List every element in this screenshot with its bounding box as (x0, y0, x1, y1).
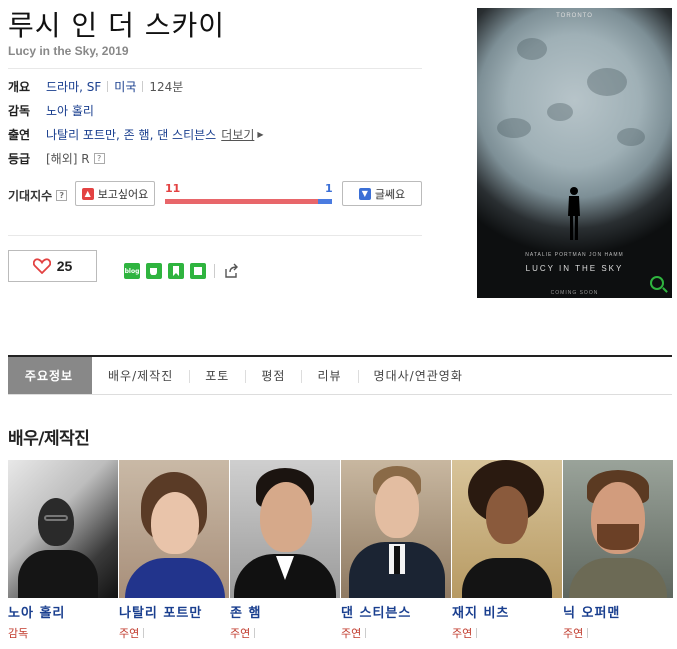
like-button[interactable]: 25 (8, 250, 97, 282)
director-label: 감독 (8, 104, 31, 118)
person-photo[interactable] (8, 460, 118, 598)
want-count: 11 (165, 182, 181, 195)
bookmark-icon[interactable] (168, 263, 184, 279)
cast-links[interactable]: 나탈리 포트만, 존 햄, 댄 스티븐스 (46, 126, 216, 143)
person-role: 주연 (452, 625, 562, 641)
share-toolbar: blog (124, 263, 239, 279)
cast-label: 출연 (8, 128, 31, 142)
section-title: 배우/제작진 (8, 429, 90, 449)
person-name[interactable]: 재지 비츠 (452, 602, 562, 621)
movie-title: 루시 인 더 스카이 (8, 9, 226, 42)
country-link[interactable]: 미국 (114, 78, 136, 95)
person-photo[interactable] (563, 460, 673, 598)
tab-cast-crew[interactable]: 배우/제작진 (92, 357, 189, 394)
genre-link[interactable]: SF (87, 80, 102, 94)
divider (8, 68, 422, 69)
person-role: 주연 (119, 625, 229, 641)
tab-bar: 주요정보 배우/제작진 포토 평점 리뷰 명대사/연관영화 (8, 355, 672, 395)
overview-label: 개요 (8, 80, 31, 94)
person-role: 주연 (563, 625, 673, 641)
rating-row: 등급 [해외] R ? (8, 150, 105, 167)
blog-icon[interactable]: blog (124, 263, 140, 279)
unsure-button[interactable]: ▼ 글쎄요 (342, 181, 422, 206)
divider (8, 235, 422, 236)
person-name[interactable]: 댄 스티븐스 (341, 602, 451, 621)
cast-card[interactable]: 노아 홀리 감독 (8, 460, 118, 641)
person-photo[interactable] (341, 460, 451, 598)
poster-release: COMING SOON (550, 290, 599, 296)
cast-card[interactable]: 댄 스티븐스 주연 (341, 460, 451, 641)
cast-card[interactable]: 나탈리 포트만 주연 (119, 460, 229, 641)
memo-icon[interactable] (190, 263, 206, 279)
cast-card[interactable]: 재지 비츠 주연 (452, 460, 562, 641)
person-role: 주연 (341, 625, 451, 641)
person-name[interactable]: 나탈리 포트만 (119, 602, 229, 621)
cast-card[interactable]: 존 햄 주연 (230, 460, 340, 641)
help-icon[interactable]: ? (93, 153, 105, 164)
expectation-label: 기대지수 ? (8, 187, 68, 204)
tab-rating[interactable]: 평점 (245, 357, 301, 394)
genre-link[interactable]: 드라마 (46, 78, 79, 95)
director-row: 감독 노아 홀리 (8, 102, 94, 119)
person-photo[interactable] (230, 460, 340, 598)
poster-credits: NATALIE PORTMAN JON HAMM (525, 252, 624, 258)
expectation-bar-fill (165, 199, 319, 204)
tab-main-info[interactable]: 주요정보 (8, 357, 92, 394)
person-name[interactable]: 노아 홀리 (8, 602, 118, 621)
astronaut-figure (568, 187, 580, 240)
cast-list: 노아 홀리 감독 나탈리 포트만 주연 존 햄 주연 댄 스티븐스 주연 재지 … (8, 460, 673, 641)
tab-photo[interactable]: 포토 (189, 357, 245, 394)
rating-value: [해외] R (46, 152, 90, 166)
help-icon[interactable]: ? (56, 190, 68, 201)
person-role: 주연 (230, 625, 340, 641)
runtime: 124분 (149, 80, 184, 94)
person-role: 감독 (8, 627, 29, 640)
rating-label: 등급 (8, 152, 31, 166)
tab-quotes[interactable]: 명대사/연관영화 (357, 357, 479, 394)
thumbs-up-icon: ▲ (81, 187, 94, 200)
overview-row: 개요 드라마, SF 미국 124분 (8, 78, 184, 95)
expectation-bar (165, 199, 332, 204)
director-link[interactable]: 노아 홀리 (46, 102, 94, 119)
zoom-icon[interactable] (650, 276, 664, 290)
thumbs-down-icon: ▼ (358, 187, 371, 200)
triangle-right-icon: ▶ (257, 130, 264, 139)
person-name[interactable]: 존 햄 (230, 602, 340, 621)
person-name[interactable]: 닉 오퍼맨 (563, 602, 673, 621)
cast-row: 출연 나탈리 포트만, 존 햄, 댄 스티븐스 더보기 ▶ (8, 126, 264, 143)
poster-title: LUCY IN THE SKY (525, 264, 624, 273)
poster-festival-laurel: TORONTO (556, 13, 593, 19)
movie-subtitle: Lucy in the Sky, 2019 (8, 44, 129, 58)
want-to-see-button[interactable]: ▲ 보고싶어요 (75, 181, 155, 206)
more-link[interactable]: 더보기 (221, 126, 254, 143)
movie-poster[interactable]: TORONTO NATALIE PORTMAN JON HAMM LUCY IN… (477, 8, 672, 298)
like-count: 25 (56, 258, 73, 274)
unsure-count: 1 (325, 182, 333, 195)
tab-review[interactable]: 리뷰 (301, 357, 357, 394)
share-icon[interactable] (223, 263, 239, 279)
heart-icon (32, 258, 51, 274)
cafe-icon[interactable] (146, 263, 162, 279)
person-photo[interactable] (452, 460, 562, 598)
person-photo[interactable] (119, 460, 229, 598)
cast-card[interactable]: 닉 오퍼맨 주연 (563, 460, 673, 641)
